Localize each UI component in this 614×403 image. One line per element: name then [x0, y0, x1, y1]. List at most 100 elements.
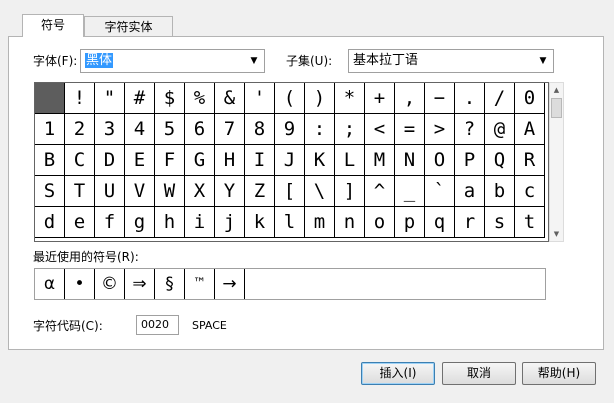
cancel-button[interactable]: 取消 [442, 362, 516, 385]
symbol-cell[interactable]: J [275, 145, 305, 176]
symbol-cell[interactable]: . [455, 83, 485, 114]
symbol-cell[interactable]: [ [275, 176, 305, 207]
symbol-cell[interactable]: ] [335, 176, 365, 207]
symbol-cell[interactable] [35, 83, 65, 114]
symbol-cell[interactable]: r [455, 207, 485, 238]
symbol-cell[interactable]: t [515, 207, 545, 238]
symbol-cell[interactable]: d [35, 207, 65, 238]
symbol-cell[interactable]: s [485, 207, 515, 238]
symbol-cell[interactable]: 3 [95, 114, 125, 145]
symbol-cell[interactable]: \ [305, 176, 335, 207]
symbol-cell[interactable]: K [305, 145, 335, 176]
symbol-cell[interactable]: Q [485, 145, 515, 176]
recent-symbol-cell[interactable]: • [65, 269, 95, 299]
symbol-cell[interactable]: ' [245, 83, 275, 114]
recent-symbol-cell[interactable]: ⇒ [125, 269, 155, 299]
symbol-cell[interactable]: T [65, 176, 95, 207]
symbol-cell[interactable]: G [185, 145, 215, 176]
symbol-cell[interactable]: : [305, 114, 335, 145]
symbol-cell[interactable]: E [125, 145, 155, 176]
symbol-cell[interactable]: U [95, 176, 125, 207]
symbol-cell[interactable]: , [395, 83, 425, 114]
insert-button[interactable]: 插入(I) [361, 362, 435, 385]
symbol-cell[interactable]: − [425, 83, 455, 114]
symbol-cell[interactable]: ^ [365, 176, 395, 207]
symbol-cell[interactable]: P [455, 145, 485, 176]
help-button[interactable]: 帮助(H) [522, 362, 596, 385]
recent-symbol-cell[interactable]: © [95, 269, 125, 299]
symbol-cell[interactable]: N [395, 145, 425, 176]
symbol-cell[interactable]: R [515, 145, 545, 176]
subset-select[interactable]: 基本拉丁语 ▼ [348, 49, 554, 73]
symbol-cell[interactable]: p [395, 207, 425, 238]
scrollbar-thumb[interactable] [551, 98, 562, 118]
recent-symbol-cell[interactable]: → [215, 269, 245, 299]
symbol-cell[interactable]: 7 [215, 114, 245, 145]
symbol-cell[interactable]: / [485, 83, 515, 114]
symbol-cell[interactable]: h [155, 207, 185, 238]
symbol-cell[interactable]: > [425, 114, 455, 145]
recent-symbol-cell[interactable]: § [155, 269, 185, 299]
symbol-cell[interactable]: 5 [155, 114, 185, 145]
recent-symbol-cell[interactable]: ™ [185, 269, 215, 299]
symbol-cell[interactable]: O [425, 145, 455, 176]
symbol-cell[interactable]: ? [455, 114, 485, 145]
symbol-cell[interactable]: Z [245, 176, 275, 207]
symbol-cell[interactable]: @ [485, 114, 515, 145]
symbol-cell[interactable]: ) [305, 83, 335, 114]
scroll-down-icon[interactable]: ▼ [550, 227, 563, 241]
symbol-cell[interactable]: 2 [65, 114, 95, 145]
symbol-cell[interactable]: 8 [245, 114, 275, 145]
symbol-cell[interactable]: 4 [125, 114, 155, 145]
recent-symbol-cell[interactable]: α [35, 269, 65, 299]
symbol-cell[interactable]: S [35, 176, 65, 207]
symbol-cell[interactable]: m [305, 207, 335, 238]
symbol-cell[interactable]: ( [275, 83, 305, 114]
symbol-cell[interactable]: 9 [275, 114, 305, 145]
symbol-cell[interactable]: $ [155, 83, 185, 114]
symbol-cell[interactable]: B [35, 145, 65, 176]
chevron-down-icon[interactable]: ▼ [536, 50, 550, 72]
tab-symbols[interactable]: 符号 [22, 14, 84, 37]
symbol-cell[interactable]: W [155, 176, 185, 207]
symbol-cell[interactable]: = [395, 114, 425, 145]
symbol-cell[interactable]: M [365, 145, 395, 176]
symbol-cell[interactable]: 1 [35, 114, 65, 145]
symbol-cell[interactable]: ` [425, 176, 455, 207]
symbol-cell[interactable]: 0 [515, 83, 545, 114]
symbol-cell[interactable]: X [185, 176, 215, 207]
chevron-down-icon[interactable]: ▼ [247, 50, 261, 72]
symbol-cell[interactable]: < [365, 114, 395, 145]
symbol-cell[interactable]: C [65, 145, 95, 176]
symbol-cell[interactable]: c [515, 176, 545, 207]
symbol-grid-scrollbar[interactable]: ▲ ▼ [549, 82, 564, 242]
symbol-cell[interactable]: e [65, 207, 95, 238]
symbol-cell[interactable]: ; [335, 114, 365, 145]
symbol-cell[interactable]: & [215, 83, 245, 114]
symbol-cell[interactable]: % [185, 83, 215, 114]
symbol-cell[interactable]: a [455, 176, 485, 207]
symbol-cell[interactable]: k [245, 207, 275, 238]
symbol-cell[interactable]: f [95, 207, 125, 238]
symbol-cell[interactable]: l [275, 207, 305, 238]
symbol-cell[interactable]: j [215, 207, 245, 238]
symbol-cell[interactable]: " [95, 83, 125, 114]
char-code-field[interactable]: 0020 [136, 315, 179, 335]
symbol-cell[interactable]: L [335, 145, 365, 176]
tab-character-entities[interactable]: 字符实体 [84, 16, 173, 36]
symbol-cell[interactable]: A [515, 114, 545, 145]
symbol-cell[interactable]: H [215, 145, 245, 176]
symbol-cell[interactable]: # [125, 83, 155, 114]
symbol-cell[interactable]: g [125, 207, 155, 238]
symbol-cell[interactable]: q [425, 207, 455, 238]
symbol-cell[interactable]: _ [395, 176, 425, 207]
symbol-cell[interactable]: o [365, 207, 395, 238]
symbol-cell[interactable]: * [335, 83, 365, 114]
symbol-cell[interactable]: i [185, 207, 215, 238]
symbol-cell[interactable]: ! [65, 83, 95, 114]
symbol-cell[interactable]: V [125, 176, 155, 207]
symbol-cell[interactable]: 6 [185, 114, 215, 145]
symbol-cell[interactable]: n [335, 207, 365, 238]
font-select[interactable]: 黑体 ▼ [80, 49, 265, 73]
symbol-cell[interactable]: b [485, 176, 515, 207]
